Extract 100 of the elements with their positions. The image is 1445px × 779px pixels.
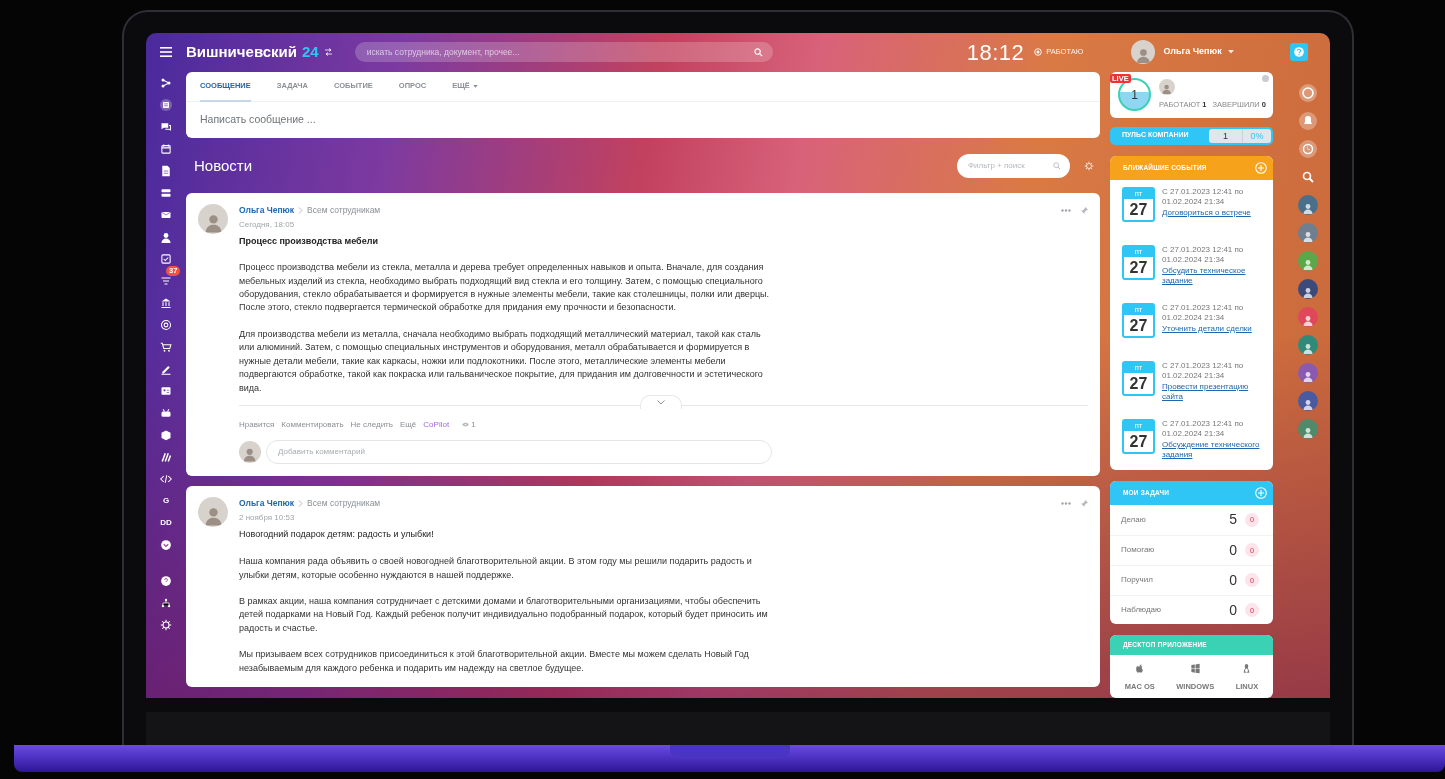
person-icon <box>1301 285 1314 299</box>
help-icon[interactable] <box>160 575 172 587</box>
event-time: 01.02.2024 21:34 <box>1162 313 1226 324</box>
chat-icon[interactable] <box>160 121 172 133</box>
contact-avatar[interactable] <box>1297 419 1318 439</box>
contact-avatar[interactable] <box>1297 279 1318 299</box>
day-number: 27 <box>1129 199 1148 220</box>
post-action-link[interactable]: Не следить <box>350 418 393 431</box>
help-button[interactable] <box>1290 43 1308 61</box>
filter-icon[interactable] <box>160 275 172 287</box>
search-icon[interactable] <box>753 47 763 57</box>
gear-icon[interactable] <box>160 619 172 631</box>
search-field[interactable]: искать сотрудника, документ, прочее... <box>354 42 773 62</box>
event-link[interactable]: Обсуждение технического задания <box>1162 439 1262 461</box>
post-paragraph: В рамках акции, наша компания сотрудничает с детскими домами и благотворительными организациями, чтобы обеспечить детей подарками на Новый Год. Каждый ребенок получит индивидуально подобранный подарок, который будет приносить им радость и счастье. <box>239 594 769 635</box>
pen-icon[interactable] <box>160 363 172 375</box>
contact-avatar[interactable] <box>1297 307 1318 327</box>
event-link[interactable]: Провести презентацию сайта <box>1162 381 1262 403</box>
robot-icon[interactable] <box>160 407 172 419</box>
people-icon[interactable] <box>160 231 172 243</box>
contact-avatar[interactable] <box>1297 195 1318 215</box>
chevron-right-icon <box>298 499 304 507</box>
search-input[interactable]: искать сотрудника, документ, прочее... <box>364 44 754 60</box>
menu-letter-item[interactable]: G <box>158 493 174 509</box>
mail-icon[interactable] <box>160 209 172 221</box>
event-link[interactable]: Договориться о встрече <box>1162 207 1262 219</box>
menu-letter-item[interactable]: DD <box>158 515 174 531</box>
id-card-icon[interactable] <box>160 385 172 397</box>
task-count: 0 <box>1229 540 1237 560</box>
settings-icon[interactable] <box>1084 161 1094 171</box>
message-input[interactable]: Написать сообщение ... <box>186 111 1100 128</box>
chevron-down-icon <box>657 399 665 405</box>
help-icon <box>1294 47 1304 57</box>
day-number: 27 <box>1129 431 1148 452</box>
event-time: С 27.01.2023 12:41 по <box>1162 302 1245 314</box>
bank-icon[interactable] <box>160 297 172 309</box>
sitemap-icon[interactable] <box>160 597 172 609</box>
person-icon <box>1301 369 1314 383</box>
contact-avatar[interactable] <box>1297 223 1318 243</box>
more-icon[interactable] <box>1061 208 1071 212</box>
post-action-link[interactable]: Ещё <box>399 418 417 431</box>
copilot-link[interactable]: CoPilot <box>423 418 450 431</box>
windows-icon[interactable] <box>1189 663 1201 675</box>
person-icon <box>1301 229 1314 243</box>
pulse-count: 1 <box>1209 128 1243 143</box>
task-category[interactable]: Наблюдаю <box>1121 604 1162 617</box>
box-icon[interactable] <box>160 429 172 441</box>
swap-icon[interactable] <box>323 48 333 56</box>
post-title: Процесс производства мебели <box>239 234 379 248</box>
target-icon[interactable] <box>160 319 172 331</box>
event-link[interactable]: Обсудить техническое задание <box>1162 265 1262 287</box>
event-time: С 27.01.2023 12:41 по <box>1162 360 1245 372</box>
pulse-percent: 0% <box>1249 129 1265 143</box>
eye-icon <box>462 422 470 428</box>
task-count: 5 <box>1229 510 1237 530</box>
checkbox-icon[interactable] <box>160 253 172 265</box>
contact-avatar[interactable] <box>1297 391 1318 411</box>
target-icon[interactable] <box>1297 83 1318 103</box>
slashes-icon[interactable] <box>160 451 172 463</box>
author-name[interactable]: Ольга Чепюк <box>239 496 295 510</box>
event-link[interactable]: Уточнить детали сделки <box>1162 323 1262 335</box>
contact-avatar[interactable] <box>1297 335 1318 355</box>
author-name[interactable]: Ольга Чепюк <box>239 204 295 217</box>
event-time: 01.02.2024 21:34 <box>1162 197 1226 208</box>
record-icon <box>1034 48 1043 56</box>
bell-icon[interactable] <box>1297 111 1318 131</box>
drive-icon[interactable] <box>160 187 172 199</box>
clock-icon[interactable] <box>1297 139 1318 159</box>
contact-avatar[interactable] <box>1297 363 1318 383</box>
post-paragraph: Наша компания рада объявить о своей новогодней благотворительной акции. В этом году мы решили подарить радость и улыбки детям, которые особенно нуждаются в нашей поддержке. <box>239 555 753 582</box>
event-time: С 27.01.2023 12:41 по <box>1162 418 1245 430</box>
portal-number: 24 <box>302 41 319 62</box>
cart-icon[interactable] <box>160 341 172 353</box>
post-title: Новогодний подарок детям: радость и улыбки! <box>239 527 435 541</box>
news-icon[interactable] <box>160 99 172 111</box>
comment-field[interactable]: Добавить комментарий <box>266 439 772 464</box>
task-category[interactable]: Поручил <box>1121 574 1153 587</box>
user-name[interactable]: Ольга Чепюк <box>1163 45 1222 59</box>
post-audience[interactable]: Всем сотрудникам <box>307 496 381 510</box>
more-icon[interactable] <box>1061 501 1071 505</box>
caret-icon[interactable] <box>1227 50 1234 54</box>
event-time: 01.02.2024 21:34 <box>1162 255 1226 266</box>
task-count: 0 <box>1229 570 1237 590</box>
task-category[interactable]: Помогаю <box>1121 544 1155 557</box>
post-action-link[interactable]: Нравится <box>239 418 275 431</box>
chevron-down-icon[interactable] <box>160 539 172 551</box>
menu-icon[interactable] <box>160 47 172 57</box>
post-time: 2 ноября 10:53 <box>239 511 296 524</box>
task-category[interactable]: Делаю <box>1121 513 1146 526</box>
document-icon[interactable] <box>160 165 172 177</box>
contact-avatar[interactable] <box>1297 251 1318 271</box>
filter-search-field[interactable]: Фильтр + поиск <box>957 154 1070 178</box>
post-audience[interactable]: Всем сотрудникам <box>307 204 381 217</box>
apple-icon[interactable] <box>1134 663 1146 675</box>
calendar-icon[interactable] <box>160 143 172 155</box>
post-action-link[interactable]: Комментировать <box>281 418 344 431</box>
chevron-right-icon <box>298 206 304 214</box>
sitemap-icon[interactable] <box>160 77 172 89</box>
code-icon[interactable] <box>160 473 172 485</box>
event-time: 01.02.2024 21:34 <box>1162 371 1226 382</box>
